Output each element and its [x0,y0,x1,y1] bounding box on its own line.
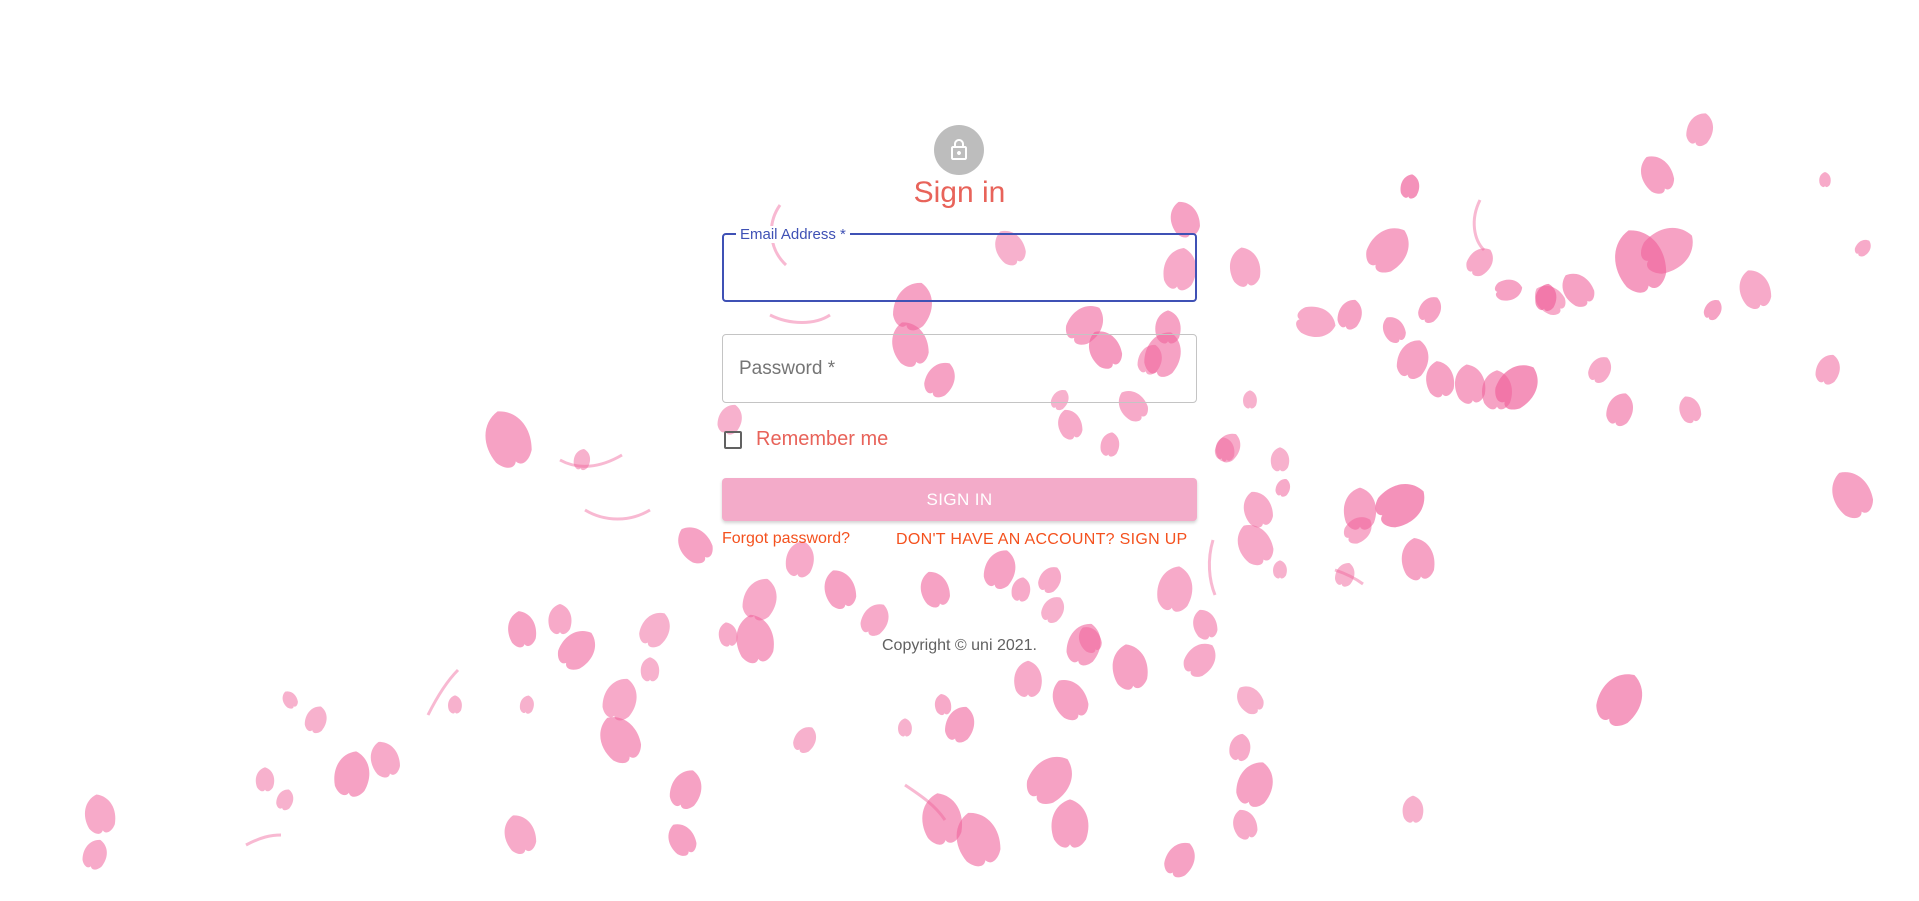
petal-shape [1157,566,1193,612]
petal-shape [1679,396,1702,424]
petal-shape [1041,597,1065,624]
petal-shape [334,751,370,797]
petal-shape [1494,279,1523,301]
petal-shape [934,693,952,716]
petal-shape [1337,299,1362,330]
petal-shape [282,691,298,709]
remember-me-control[interactable]: Remember me [722,428,888,451]
sign-in-button[interactable]: Sign In [722,478,1197,521]
password-input[interactable] [723,335,1196,402]
petal-shape [1588,357,1612,384]
petal-shape [1229,733,1251,762]
petal-shape [668,824,697,856]
petal-shape [1038,567,1062,594]
petal-shape [82,839,107,870]
petal-shape [669,770,702,810]
petal-shape [448,695,462,714]
email-field[interactable]: Email Address * [722,226,1197,302]
petal-shape [304,706,327,734]
petal-shape [1243,390,1257,409]
petal-shape [1229,247,1261,287]
petal-shape [1418,297,1442,324]
lock-avatar [934,125,984,175]
petal-shape [898,718,912,737]
petal-shape [824,570,857,610]
petal-sliver [769,313,831,324]
petal-shape [1243,491,1273,528]
petal-shape [504,815,537,855]
petal-shape [84,794,116,834]
petal-shape [1686,113,1714,147]
petal-shape [276,789,294,811]
forgot-password-link[interactable]: Forgot password? [722,530,850,548]
remember-me-label[interactable]: Remember me [756,428,888,451]
petal-sliver [584,508,651,521]
petal-sliver [559,453,623,468]
petal-shape [1237,686,1264,715]
petal-shape [1401,537,1435,581]
petal-sliver [245,833,282,847]
sign-up-link[interactable]: DON'T HAVE AN ACCOUNT? SIGN UP [896,531,1188,549]
petal-shape [1402,795,1424,823]
page-title: Sign in [913,176,1006,209]
petal-shape [1739,270,1772,310]
copyright-text: Copyright © uni 2021. [882,637,1037,654]
petal-shape [1014,660,1042,697]
petal-shape [1832,472,1874,519]
petal-shape [1815,354,1840,385]
petal-shape [1854,239,1871,257]
password-field[interactable]: Password * [722,334,1197,403]
petal-shape [793,727,817,754]
lock-icon [951,139,967,160]
petal-shape [602,678,637,721]
petal-shape [1375,484,1425,528]
petal-shape [1426,361,1455,398]
petal-shape [1275,478,1291,497]
petal-shape [1058,409,1083,440]
petal-shape [678,527,713,564]
petal-shape [255,767,275,792]
petal-shape [640,657,660,682]
petal-shape [1164,842,1195,878]
petal-shape [1100,432,1120,457]
petal-shape [920,571,950,608]
petal-shape [1454,364,1486,404]
petal-shape [1270,447,1290,472]
petal-shape [1233,809,1258,840]
petal-sliver [1207,539,1217,596]
petal-shape [485,411,532,468]
petal-shape [1051,799,1089,848]
petal-shape [1011,577,1031,602]
petal-shape [1236,762,1273,807]
remember-me-checkbox[interactable] [724,430,742,449]
petal-shape [1296,306,1336,338]
petal-shape [1703,299,1722,321]
petal-shape [1273,560,1287,579]
petal-shape [370,741,400,778]
petal-shape [1052,679,1089,721]
petal-shape [860,604,889,636]
petal-shape [548,604,572,635]
petal-shape [1606,393,1634,427]
petal-shape [519,695,534,714]
petal-shape [1596,674,1643,727]
petal-shape [742,578,777,621]
petal-shape [1382,317,1406,344]
sign-in-page: Sign in Email Address * Password * Remem… [0,0,1919,901]
email-input[interactable] [724,235,1195,300]
petal-shape [1366,228,1409,273]
